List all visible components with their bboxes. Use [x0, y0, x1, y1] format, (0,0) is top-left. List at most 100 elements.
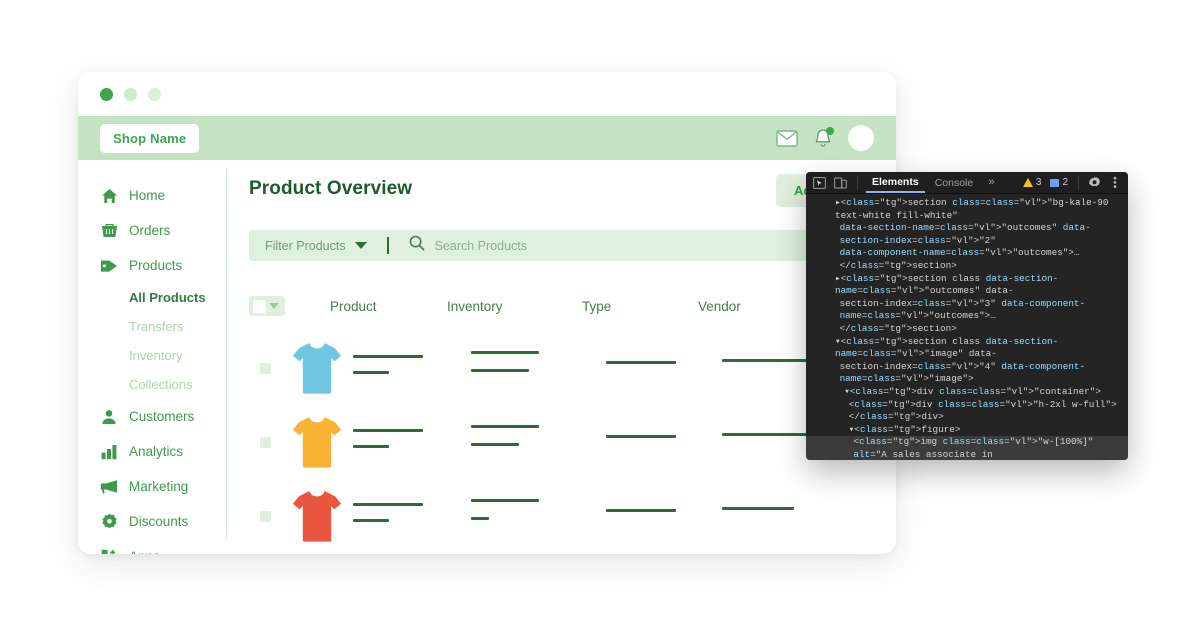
tag-icon	[100, 257, 118, 275]
tab-elements[interactable]: Elements	[866, 173, 925, 193]
kebab-menu-icon[interactable]	[1106, 175, 1123, 190]
message-count: 2	[1062, 177, 1068, 188]
sidebar-label: Discounts	[129, 514, 189, 529]
sidebar-item-inventory[interactable]: Inventory	[129, 341, 226, 370]
gear-icon[interactable]	[1086, 175, 1103, 190]
toolbar-divider	[1078, 175, 1079, 190]
maximize-window-dot[interactable]	[148, 87, 161, 101]
dom-tree-line[interactable]: ▸<class="tg">section class=class="vl">"b…	[806, 197, 1128, 222]
dom-tree-line[interactable]: data-component-name=class="vl">"outcomes…	[806, 247, 1128, 272]
person-icon	[100, 408, 118, 426]
devtools-dom-tree[interactable]: ▸<class="tg">section class=class="vl">"b…	[806, 194, 1128, 460]
column-header-vendor[interactable]: Vendor	[698, 299, 741, 314]
chevron-down-icon[interactable]	[354, 242, 367, 249]
dom-tree-line[interactable]: section-index=class="vl">"3" data-compon…	[806, 298, 1128, 323]
sidebar-label: Home	[129, 188, 166, 203]
products-subnav: All Products Transfers Inventory Collect…	[100, 283, 226, 399]
row-checkbox[interactable]	[260, 362, 271, 374]
dom-tree-line[interactable]: ▾<class="tg">section class data-section-…	[806, 336, 1128, 361]
placeholder-line	[606, 435, 676, 438]
home-icon	[100, 187, 118, 205]
badge-icon	[100, 513, 118, 531]
sidebar-item-analytics[interactable]: Analytics	[100, 434, 226, 469]
placeholder-line	[353, 519, 389, 522]
dom-tree-line[interactable]: <class="tg">img class=class="vl">"w-[100…	[806, 436, 1128, 460]
table-row[interactable]	[249, 479, 896, 553]
avatar[interactable]	[848, 125, 874, 151]
devtools-panel: Elements Console » 3 2 ▸<class="tg">sect…	[806, 172, 1128, 460]
sidebar-label: Apps	[129, 549, 160, 554]
search-input[interactable]: Search Products	[435, 239, 527, 253]
column-header-inventory[interactable]: Inventory	[447, 299, 503, 314]
row-checkbox[interactable]	[260, 510, 271, 522]
sidebar-item-orders[interactable]: Orders	[100, 213, 226, 248]
placeholder-line	[606, 361, 676, 364]
megaphone-icon	[100, 478, 118, 496]
column-header-product[interactable]: Product	[330, 299, 377, 314]
close-window-dot[interactable]	[100, 87, 113, 101]
placeholder-line	[471, 369, 529, 372]
sidebar-item-customers[interactable]: Customers	[100, 399, 226, 434]
placeholder-line	[606, 509, 676, 512]
main-content: Product Overview Add Filter Products Sea…	[227, 160, 896, 554]
placeholder-line	[353, 429, 423, 432]
toolbar-divider	[857, 175, 858, 190]
filter-products-label[interactable]: Filter Products	[265, 239, 346, 253]
bell-icon[interactable]	[814, 126, 834, 149]
placeholder-line	[353, 355, 423, 358]
sidebar-label: Customers	[129, 409, 195, 424]
sidebar-item-collections[interactable]: Collections	[129, 370, 226, 399]
screenshot-root: Shop Name Home Orders Products All Produ…	[0, 0, 1202, 634]
warning-count: 3	[1035, 177, 1042, 188]
sidebar-item-all-products[interactable]: All Products	[129, 283, 226, 312]
sidebar-item-home[interactable]: Home	[100, 178, 226, 213]
table-row[interactable]	[249, 405, 896, 479]
message-badge[interactable]: 2	[1047, 176, 1071, 189]
warning-badge[interactable]: 3	[1020, 176, 1045, 189]
column-header-type[interactable]: Type	[582, 299, 611, 314]
sidebar-item-transfers[interactable]: Transfers	[129, 312, 226, 341]
placeholder-line	[471, 351, 539, 354]
minimize-window-dot[interactable]	[124, 87, 137, 101]
mail-icon[interactable]	[776, 129, 798, 147]
placeholder-line	[471, 499, 539, 502]
sidebar-label: Products	[129, 258, 183, 273]
product-thumbnail	[291, 415, 343, 469]
dom-tree-line[interactable]: data-section-name=class="vl">"outcomes" …	[806, 222, 1128, 247]
sidebar-label: Marketing	[129, 479, 189, 494]
dom-tree-line[interactable]: <class="tg">div class=class="vl">"h-2xl …	[806, 399, 1128, 424]
product-thumbnail	[291, 489, 343, 543]
sidebar-item-apps[interactable]: Apps	[100, 539, 226, 554]
sidebar-item-discounts[interactable]: Discounts	[100, 504, 226, 539]
tab-console[interactable]: Console	[929, 174, 980, 192]
window-body: Home Orders Products All Products Transf…	[78, 160, 896, 554]
notification-dot	[826, 126, 834, 135]
select-all-checkbox[interactable]	[249, 296, 285, 316]
product-table-body	[249, 331, 896, 553]
dom-tree-line[interactable]: section-index=class="vl">"4" data-compon…	[806, 361, 1128, 386]
placeholder-line	[353, 445, 389, 448]
dom-tree-line[interactable]: </class="tg">section>	[806, 323, 1128, 336]
inspect-element-icon[interactable]	[811, 175, 828, 190]
checkbox-box	[253, 299, 266, 313]
bar-chart-icon	[100, 443, 118, 461]
placeholder-line	[471, 425, 539, 428]
sidebar-item-products[interactable]: Products	[100, 248, 226, 283]
dom-tree-line[interactable]: ▾<class="tg">div class=class="vl">"conta…	[806, 386, 1128, 399]
message-square-icon	[1050, 178, 1060, 187]
product-thumbnail	[291, 341, 343, 395]
more-tabs-icon[interactable]: »	[983, 177, 1000, 189]
sidebar: Home Orders Products All Products Transf…	[78, 160, 226, 554]
placeholder-line	[471, 443, 519, 446]
dom-tree-line[interactable]: ▾<class="tg">figure>	[806, 424, 1128, 437]
row-checkbox[interactable]	[260, 436, 271, 448]
device-toolbar-icon[interactable]	[832, 175, 849, 190]
window-titlebar	[78, 72, 896, 116]
table-row[interactable]	[249, 331, 896, 405]
browser-window: Shop Name Home Orders Products All Produ…	[78, 72, 896, 554]
sidebar-item-marketing[interactable]: Marketing	[100, 469, 226, 504]
placeholder-line	[722, 507, 794, 510]
divider	[386, 237, 389, 254]
dom-tree-line[interactable]: ▸<class="tg">section class data-section-…	[806, 273, 1128, 298]
shop-name-badge[interactable]: Shop Name	[100, 123, 200, 153]
